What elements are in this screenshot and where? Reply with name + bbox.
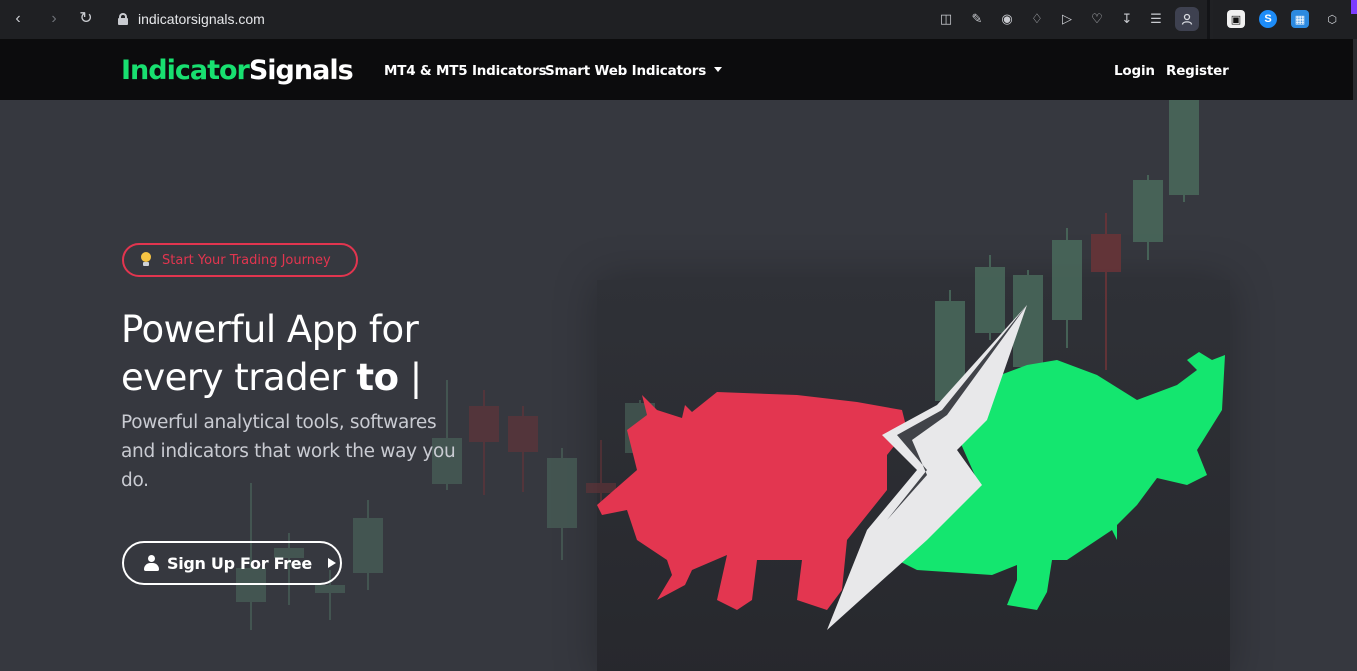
- hero-headline-prefix: every trader: [121, 356, 357, 399]
- reader-mode-icon[interactable]: ◫: [937, 10, 955, 28]
- address-bar[interactable]: indicatorsignals.com: [118, 9, 265, 29]
- hero-headline-line2: every trader to |: [121, 354, 422, 402]
- browser-chrome: ‹ › ↻ indicatorsignals.com ◫ ✎ ◉ ♢ ▷ ♡ ↧…: [0, 0, 1357, 39]
- nav-link-mt4-mt5[interactable]: MT4 & MT5 Indicators: [384, 63, 547, 79]
- login-link[interactable]: Login: [1114, 63, 1155, 79]
- translate-ext-icon[interactable]: ▦: [1291, 10, 1309, 28]
- lightbulb-icon: [140, 252, 152, 268]
- hero-subtitle: Powerful analytical tools, softwares and…: [121, 412, 456, 491]
- shield-icon[interactable]: ♢: [1028, 10, 1046, 28]
- site-logo[interactable]: IndicatorSignals: [121, 55, 354, 86]
- register-link[interactable]: Register: [1166, 63, 1229, 79]
- lock-icon: [118, 13, 128, 25]
- journey-badge[interactable]: Start Your Trading Journey: [122, 243, 358, 277]
- download-icon[interactable]: ↧: [1118, 10, 1136, 28]
- hero-headline-line1: Powerful App for: [121, 308, 419, 351]
- menu-icon[interactable]: ☰: [1147, 10, 1165, 28]
- chevron-down-icon: [714, 66, 723, 72]
- side-panel-tab[interactable]: [1351, 0, 1357, 14]
- nav-link-smart-web-label: Smart Web Indicators: [545, 63, 707, 79]
- browser-toolbar: ‹ › ↻ indicatorsignals.com ◫ ✎ ◉ ♢ ▷ ♡ ↧…: [0, 0, 1210, 39]
- bull-bear-illustration: [597, 305, 1225, 630]
- forward-icon[interactable]: ›: [45, 10, 63, 28]
- camera-icon[interactable]: ◉: [998, 10, 1016, 28]
- heart-icon[interactable]: ♡: [1088, 10, 1106, 28]
- typing-cursor: |: [398, 356, 422, 399]
- nav-link-smart-web[interactable]: Smart Web Indicators: [545, 63, 723, 79]
- shazam-icon[interactable]: S: [1259, 10, 1277, 28]
- reload-icon[interactable]: ↻: [77, 10, 95, 28]
- profile-icon[interactable]: [1175, 7, 1199, 31]
- play-icon: [327, 558, 336, 568]
- url-text: indicatorsignals.com: [138, 11, 265, 27]
- back-icon[interactable]: ‹: [9, 10, 27, 28]
- cube-icon[interactable]: ⬡: [1323, 10, 1341, 28]
- hero-headline: Powerful App for every trader to |: [121, 306, 422, 402]
- extensions-bar: ▣ S ▦ ⬡: [1213, 0, 1357, 39]
- user-icon: [144, 555, 159, 571]
- logo-part-signals: Signals: [248, 55, 354, 86]
- edit-icon[interactable]: ✎: [968, 10, 986, 28]
- journey-badge-label: Start Your Trading Journey: [162, 252, 331, 268]
- zoom-ext-icon[interactable]: ▣: [1227, 10, 1245, 28]
- logo-part-indicator: Indicator: [121, 55, 250, 86]
- hero-headline-typed-word: to: [356, 356, 399, 399]
- hero-section: Start Your Trading Journey Powerful App …: [0, 100, 1357, 671]
- signup-button[interactable]: Sign Up For Free: [122, 541, 342, 585]
- signup-button-label: Sign Up For Free: [167, 553, 312, 573]
- play-icon[interactable]: ▷: [1058, 10, 1076, 28]
